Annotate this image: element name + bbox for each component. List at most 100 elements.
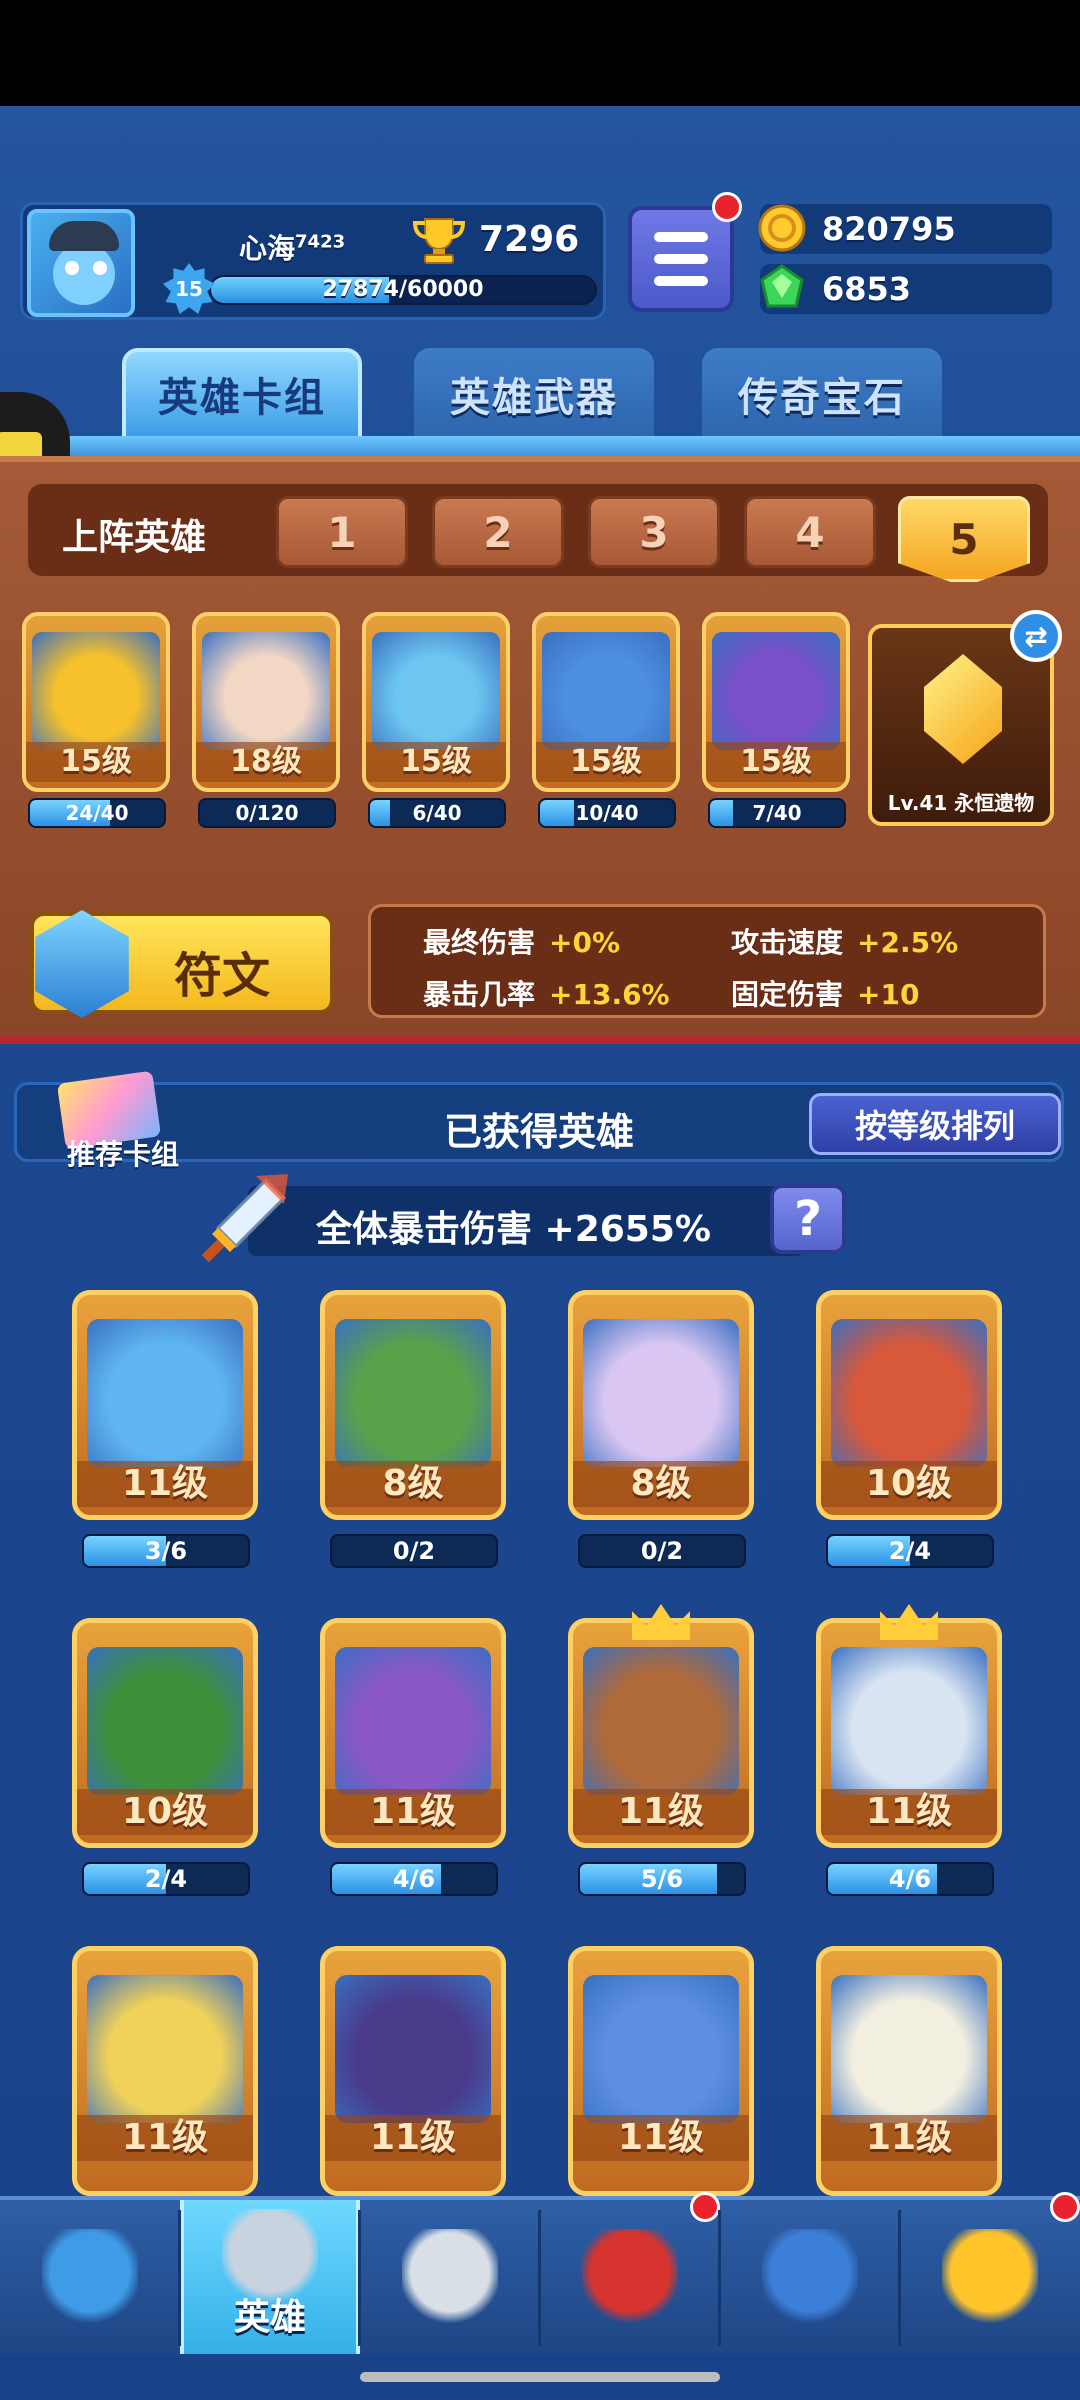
hero-level: 15级	[706, 742, 846, 782]
hero-portrait	[583, 1975, 739, 2123]
hero-level: 11级	[325, 1789, 501, 1835]
home-indicator	[360, 2372, 720, 2382]
nav-separator	[358, 2210, 361, 2346]
hero-portrait	[831, 1975, 987, 2123]
deck-panel: 上阵英雄 1 2 3 4 5 15级 24/40 18级 0/120 15级 6/40 15…	[0, 456, 1080, 1044]
crit-text: 全体暴击伤害 +2655%	[316, 1209, 711, 1250]
hero-progress-text: 0/2	[392, 1537, 436, 1565]
menu-button[interactable]	[628, 206, 734, 312]
hero-progress-bar: 0/2	[578, 1534, 746, 1568]
gem-counter[interactable]: 6853	[760, 264, 1052, 314]
deck-slot-5[interactable]: 5	[898, 496, 1030, 582]
collection-hero-card[interactable]: 11级	[72, 1946, 258, 2196]
hero-progress-bar: 4/6	[826, 1862, 994, 1896]
collection-hero-card[interactable]: 11级	[816, 1946, 1002, 2196]
trophy-icon	[412, 218, 466, 264]
hero-level: 11级	[821, 1789, 997, 1835]
hero-portrait	[202, 632, 330, 750]
stat-value: +2.5%	[857, 926, 959, 959]
player-level-badge: 15	[163, 263, 215, 314]
collection-hero-card[interactable]: 10级	[72, 1618, 258, 1848]
menu-line	[654, 276, 708, 286]
nav-item-treasure-chest[interactable]	[0, 2200, 180, 2354]
hero-level: 11级	[821, 2115, 997, 2161]
help-button[interactable]: ?	[770, 1184, 846, 1254]
swap-icon[interactable]: ⇄	[1010, 610, 1062, 662]
tab-hero-deck[interactable]: 英雄卡组	[122, 348, 362, 440]
hero-progress-bar: 4/6	[330, 1862, 498, 1896]
hero-portrait	[87, 1319, 243, 1467]
rune-gem-icon	[35, 910, 129, 1018]
hero-progress-text: 5/6	[640, 1865, 684, 1893]
hero-progress-text: 0/2	[640, 1537, 684, 1565]
hero-level: 11级	[573, 1789, 749, 1835]
hero-progress-text: 2/4	[888, 1537, 932, 1565]
hero-level: 11级	[77, 2115, 253, 2161]
collection-hero-card[interactable]: 11级	[568, 1618, 754, 1848]
stat-name: 最终伤害	[423, 926, 536, 959]
deck-slot-1[interactable]: 1	[276, 496, 408, 568]
nav-label: 英雄	[233, 2297, 306, 2338]
hero-progress-bar: 5/6	[578, 1862, 746, 1896]
collection-hero-card[interactable]: 11级	[320, 1618, 506, 1848]
hero-portrait	[583, 1319, 739, 1467]
deck-hero-card[interactable]: 15级	[702, 612, 850, 792]
gold-counter[interactable]: 820795	[758, 204, 1052, 254]
hero-progress-bar: 2/4	[82, 1862, 250, 1896]
player-name: 心海7423	[239, 227, 345, 267]
xp-text: 27874/60000	[322, 277, 484, 302]
collection-header: 推荐卡组 已获得英雄 按等级排列	[14, 1070, 1064, 1171]
avatar[interactable]	[27, 209, 135, 317]
stat-name: 固定伤害	[731, 978, 844, 1011]
hero-level: 15级	[26, 742, 166, 782]
collection-hero-card[interactable]: 8级	[320, 1290, 506, 1520]
stat-value: +10	[857, 978, 920, 1011]
sort-by-level-button[interactable]: 按等级排列	[809, 1093, 1061, 1155]
collection-hero-card[interactable]: 11级	[816, 1618, 1002, 1848]
nav-separator	[178, 2210, 181, 2346]
hero-level: 15级	[366, 742, 506, 782]
hero-level: 11级	[325, 2115, 501, 2161]
nav-item-knight-helmet[interactable]: 英雄	[180, 2200, 360, 2354]
player-tag: 7423	[295, 231, 346, 253]
rune-button[interactable]: 符文	[30, 910, 334, 1018]
hero-progress-bar: 6/40	[368, 798, 506, 828]
nav-item-guild-banner[interactable]	[720, 2200, 900, 2354]
collection-hero-card[interactable]: 11级	[72, 1290, 258, 1520]
player-name-text: 心海	[239, 232, 296, 265]
avatar-eye	[65, 261, 79, 275]
collection-hero-card[interactable]: 11级	[320, 1946, 506, 2196]
nav-item-compass[interactable]	[900, 2200, 1080, 2354]
player-profile[interactable]: 心海7423 7296 27874/60000 15	[20, 202, 606, 320]
tab-hero-weapons[interactable]: 英雄武器	[414, 348, 654, 440]
stat-fixed-damage: 固定伤害 +10	[731, 973, 919, 1013]
deck-hero-card[interactable]: 15级	[532, 612, 680, 792]
global-crit-banner: 全体暴击伤害 +2655%	[248, 1186, 804, 1256]
stat-name: 攻击速度	[731, 926, 844, 959]
nav-separator	[898, 2210, 901, 2346]
deck-slot-2[interactable]: 2	[432, 496, 564, 568]
hero-progress-bar: 0/2	[330, 1534, 498, 1568]
deck-hero-card[interactable]: 15级	[22, 612, 170, 792]
hero-portrait	[831, 1319, 987, 1467]
bottom-nav: 英雄	[0, 2192, 1080, 2354]
status-bar	[0, 0, 1080, 106]
nav-item-crown-shield[interactable]	[540, 2200, 720, 2354]
collection-hero-card[interactable]: 11级	[568, 1946, 754, 2196]
hero-portrait	[32, 632, 160, 750]
collection-hero-card[interactable]: 10级	[816, 1290, 1002, 1520]
deck-label: 上阵英雄	[62, 517, 207, 558]
hero-progress-bar: 2/4	[826, 1534, 994, 1568]
tab-legendary-gems[interactable]: 传奇宝石	[702, 348, 942, 440]
avatar-face	[53, 243, 115, 305]
nav-item-crossed-swords[interactable]	[360, 2200, 540, 2354]
deck-hero-card[interactable]: 18级	[192, 612, 340, 792]
deck-slot-4[interactable]: 4	[744, 496, 876, 568]
hero-progress-text: 7/40	[752, 801, 802, 825]
deck-stats: 最终伤害 +0% 攻击速度 +2.5% 暴击几率 +13.6% 固定伤害 +10	[368, 904, 1046, 1018]
hero-level: 10级	[821, 1461, 997, 1507]
deck-hero-card[interactable]: 15级	[362, 612, 510, 792]
deck-slot-3[interactable]: 3	[588, 496, 720, 568]
collection-hero-card[interactable]: 8级	[568, 1290, 754, 1520]
hero-portrait	[335, 1647, 491, 1795]
